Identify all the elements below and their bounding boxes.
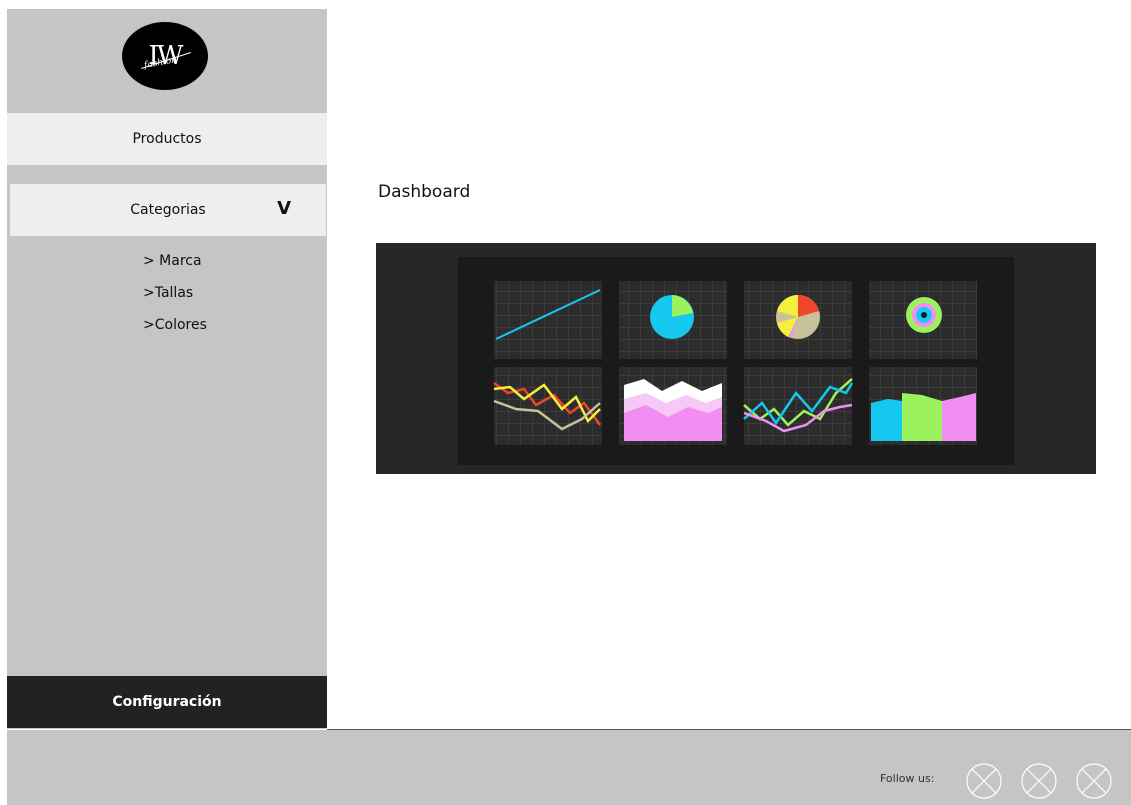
sidebar: IW fashion Productos Categorias V > Marc… — [7, 9, 327, 729]
submenu-item-tallas[interactable]: >Tallas — [143, 285, 207, 301]
tile-multi-line-chart — [493, 367, 602, 445]
sidebar-item-label: Categorias — [130, 202, 206, 218]
tile-pie-chart-cyan — [619, 281, 727, 359]
submenu-item-marca[interactable]: > Marca — [143, 253, 207, 269]
tile-crossing-lines-chart — [743, 367, 854, 445]
submenu-item-colores[interactable]: >Colores — [143, 317, 207, 333]
tile-pie-chart-multi — [744, 281, 852, 359]
tile-stacked-area-chart — [869, 367, 977, 445]
sidebar-item-label: Productos — [132, 131, 202, 147]
social-icon-placeholder[interactable] — [1021, 763, 1057, 799]
page-title: Dashboard — [378, 182, 471, 202]
configuracion-button[interactable]: Configuración — [7, 676, 327, 728]
chevron-down-icon[interactable]: V — [277, 198, 291, 219]
configuracion-label: Configuración — [112, 694, 222, 710]
sidebar-item-categorias[interactable]: Categorias V — [10, 184, 326, 236]
tile-area-chart — [619, 367, 727, 445]
dashboard-image — [376, 243, 1096, 474]
tile-line-chart — [494, 281, 602, 359]
categorias-submenu: > Marca >Tallas >Colores — [143, 253, 207, 349]
sidebar-item-productos[interactable]: Productos — [7, 113, 327, 165]
tile-target-chart — [869, 281, 977, 359]
follow-us-label: Follow us: — [880, 772, 935, 785]
social-icon-placeholder[interactable] — [1076, 763, 1112, 799]
brand-logo[interactable]: IW fashion — [122, 22, 208, 90]
logo-area: IW fashion — [7, 9, 327, 113]
footer — [7, 730, 1131, 805]
social-icon-placeholder[interactable] — [966, 763, 1002, 799]
dashboard-illustration — [458, 257, 1014, 465]
